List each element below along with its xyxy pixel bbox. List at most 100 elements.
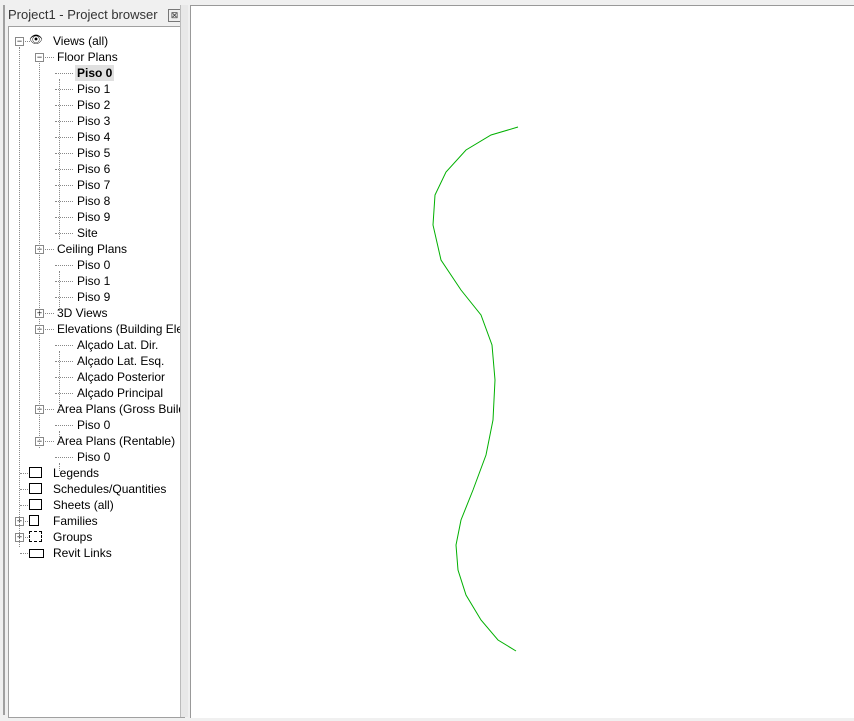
tree-item-label: Site [77,226,98,240]
tree-item-label: Piso 0 [77,258,111,272]
tree-item[interactable]: Site [9,225,184,241]
tree-connector [55,73,73,74]
spline-curve[interactable] [432,126,519,652]
collapse-icon[interactable]: − [15,37,24,46]
panel-scrollbar[interactable] [180,5,188,717]
tree-item[interactable]: Piso 0 [9,257,184,273]
tree-item[interactable]: Sheets (all) [9,497,184,513]
tree-connector [55,121,73,122]
tree-guide [39,63,40,448]
tree-item[interactable]: Piso 5 [9,145,184,161]
tree-item[interactable]: Piso 0 [9,449,184,465]
tree-connector [55,345,73,346]
tree-guide [59,271,60,311]
tree-item[interactable]: Piso 3 [9,113,184,129]
tree-connector [55,377,73,378]
tree-item[interactable]: Piso 7 [9,177,184,193]
tree-item[interactable]: Piso 9 [9,289,184,305]
collapse-icon[interactable]: − [35,53,44,62]
tree-guide [19,47,20,547]
sheet-icon [29,499,42,510]
drawing-canvas[interactable] [190,5,854,718]
tree-item[interactable]: + Groups [9,529,184,545]
tree-connector [55,425,73,426]
tree-item[interactable]: − Ceiling Plans [9,241,184,257]
tree-item-label: Schedules/Quantities [53,482,167,496]
tree-item-label: Revit Links [53,546,112,560]
tree-item[interactable]: Alçado Lat. Esq. [9,353,184,369]
tree-item-label: Alçado Lat. Esq. [77,354,165,368]
tree-connector [55,457,73,458]
tree-item-label: Elevations (Building Elevation) [57,322,184,336]
tree-item-label: Piso 1 [77,274,111,288]
tree-item[interactable]: −Elevations (Building Elevation) [9,321,184,337]
tree-guide [59,351,60,413]
tree-item-label: Sheets (all) [53,498,114,512]
tree-item[interactable]: Alçado Lat. Dir. [9,337,184,353]
tree-item[interactable]: − Area Plans (Rentable) [9,433,184,449]
tree-connector [55,153,73,154]
tree-item[interactable]: Piso 1 [9,273,184,289]
group-icon [29,531,42,542]
tree-item[interactable]: Piso 1 [9,81,184,97]
tree-item[interactable]: Legends [9,465,184,481]
tree-connector [55,361,73,362]
tree-item[interactable]: − 👁 Views (all) [9,33,184,49]
tree-item-label: Alçado Principal [77,386,164,400]
legend-icon [29,467,42,478]
tree-item-label: Piso 9 [77,210,111,224]
tree-item-label: Piso 3 [77,114,111,128]
tree-item[interactable]: Piso 4 [9,129,184,145]
tree-item[interactable]: Schedules/Quantities [9,481,184,497]
tree-item-label: Piso 1 [77,82,111,96]
tree-item-label: Area Plans (Gross Building) [57,402,184,416]
tree-item[interactable]: +3D Views [9,305,184,321]
tree-item-label: Piso 4 [77,130,111,144]
tree-item-label: 3D Views [57,306,108,320]
tree-item-label: Families [53,514,98,528]
tree-item-label: Piso 6 [77,162,111,176]
tree-item[interactable]: Piso 0 [9,417,184,433]
tree-item-label: Piso 0 [75,65,115,81]
tree-connector [55,297,73,298]
panel-title-bar: Project1 - Project browser ⊠ [5,5,185,25]
tree-item-label: Piso 8 [77,194,111,208]
tree-item-label: Ceiling Plans [57,242,128,256]
tree-item[interactable]: Piso 8 [9,193,184,209]
tree-item-label: Piso 5 [77,146,111,160]
tree-item[interactable]: Alçado Posterior [9,369,184,385]
project-browser-panel: Project1 - Project browser ⊠ − 👁 Views (all… [3,5,186,718]
project-tree: − 👁 Views (all) − Floor Plans Piso 0 Piso 1 Pis… [8,26,185,718]
tree-connector [55,281,73,282]
tree-connector [55,201,73,202]
tree-item[interactable]: −Area Plans (Gross Building) [9,401,184,417]
tree-item-label: Piso 2 [77,98,111,112]
tree-item-label: Floor Plans [57,50,118,64]
schedule-icon [29,483,42,494]
tree-connector [55,137,73,138]
tree-connector [55,105,73,106]
tree-guide [59,431,60,439]
tree-connector [55,185,73,186]
tree-connector [55,169,73,170]
tree-item-label: Piso 7 [77,178,111,192]
tree-item-label: Piso 9 [77,290,111,304]
tree-item[interactable]: Alçado Principal [9,385,184,401]
tree-connector [55,217,73,218]
tree-item-label: Alçado Posterior [77,370,166,384]
tree-item-label: Piso 0 [77,450,111,464]
tree-connector [55,233,73,234]
tree-item[interactable]: − Floor Plans [9,49,184,65]
tree-item[interactable]: Piso 6 [9,161,184,177]
tree-item[interactable]: Piso 2 [9,97,184,113]
tree-item[interactable]: Piso 0 [9,65,184,81]
tree-guide [59,463,60,471]
tree-item[interactable]: Revit Links [9,545,184,561]
tree-item[interactable]: Piso 9 [9,209,184,225]
tree-connector [55,89,73,90]
tree-item[interactable]: + Families [9,513,184,529]
link-icon [29,549,44,558]
drawing-svg [432,126,519,652]
tree-item-label: Views (all) [53,34,109,48]
family-icon [29,515,39,526]
